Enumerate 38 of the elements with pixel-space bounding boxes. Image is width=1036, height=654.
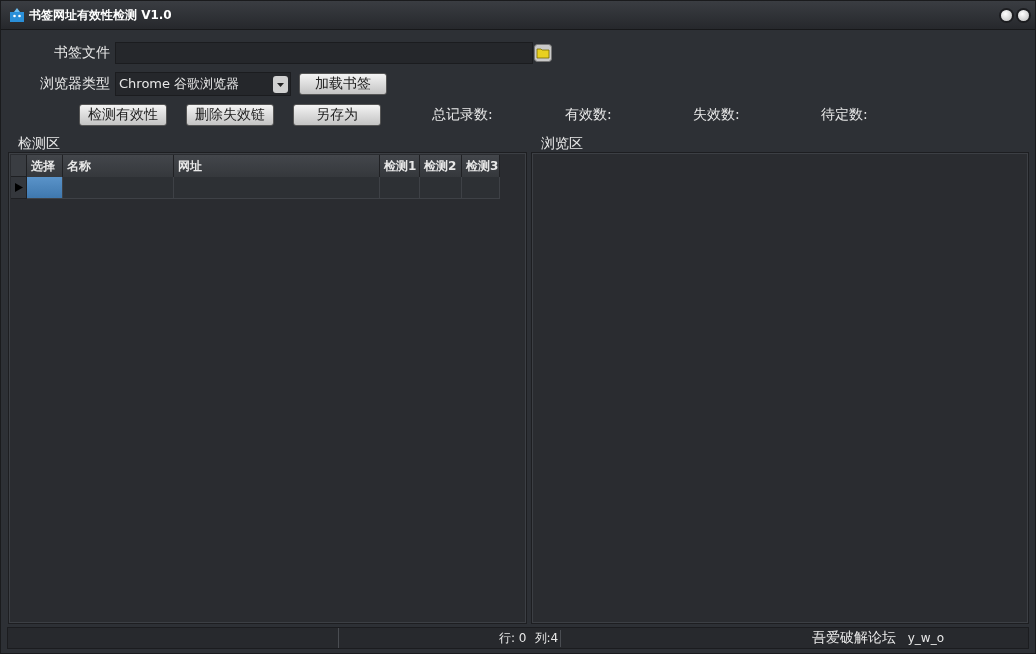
action-button[interactable]: 检测有效性	[79, 104, 167, 126]
panel-title: 检测区	[17, 134, 61, 152]
corner-header	[11, 155, 27, 177]
row-indicator: 行: 0	[499, 629, 527, 647]
column-header[interactable]: 网址	[174, 155, 380, 177]
column-header[interactable]: 检测2	[420, 155, 462, 177]
column-indicator: 列:4	[534, 629, 562, 647]
column-header[interactable]: 检测1	[380, 155, 420, 177]
field-label: 书签文件	[53, 44, 111, 62]
table-cell[interactable]	[420, 177, 462, 199]
table-cell[interactable]	[174, 177, 380, 199]
window-title: 书签网址有效性检测 V1.0	[29, 6, 172, 24]
caret-icon	[273, 75, 288, 93]
stat-label: 待定数:	[821, 106, 869, 124]
file-path-field[interactable]	[115, 42, 533, 64]
stat-label: 失效数:	[693, 106, 741, 124]
load-button[interactable]: 加载书签	[299, 73, 387, 95]
robot-icon	[9, 7, 25, 23]
column-header[interactable]: 名称	[63, 155, 174, 177]
forum-name: 吾爱破解论坛	[811, 629, 896, 647]
folder-icon[interactable]	[534, 44, 552, 62]
minimize-button[interactable]	[1001, 9, 1012, 21]
table-cell[interactable]	[380, 177, 420, 199]
panel-title: 浏览区	[540, 134, 584, 152]
table-cell[interactable]	[27, 177, 63, 199]
stat-label: 有效数:	[565, 106, 613, 124]
column-header[interactable]: 选择	[27, 155, 63, 177]
action-button[interactable]: 另存为	[293, 104, 381, 126]
table-cell[interactable]	[63, 177, 174, 199]
column-header[interactable]: 检测3	[462, 155, 500, 177]
field-label: 浏览器类型	[39, 75, 111, 93]
row-header[interactable]	[11, 177, 27, 199]
close-button[interactable]	[1018, 9, 1029, 21]
stat-label: 总记录数:	[432, 106, 494, 124]
browser-dropdown[interactable]: Chrome 谷歌浏览器	[115, 72, 291, 96]
action-button[interactable]: 删除失效链	[186, 104, 274, 126]
table-cell[interactable]	[462, 177, 500, 199]
user-name: y_w_o	[907, 631, 944, 645]
